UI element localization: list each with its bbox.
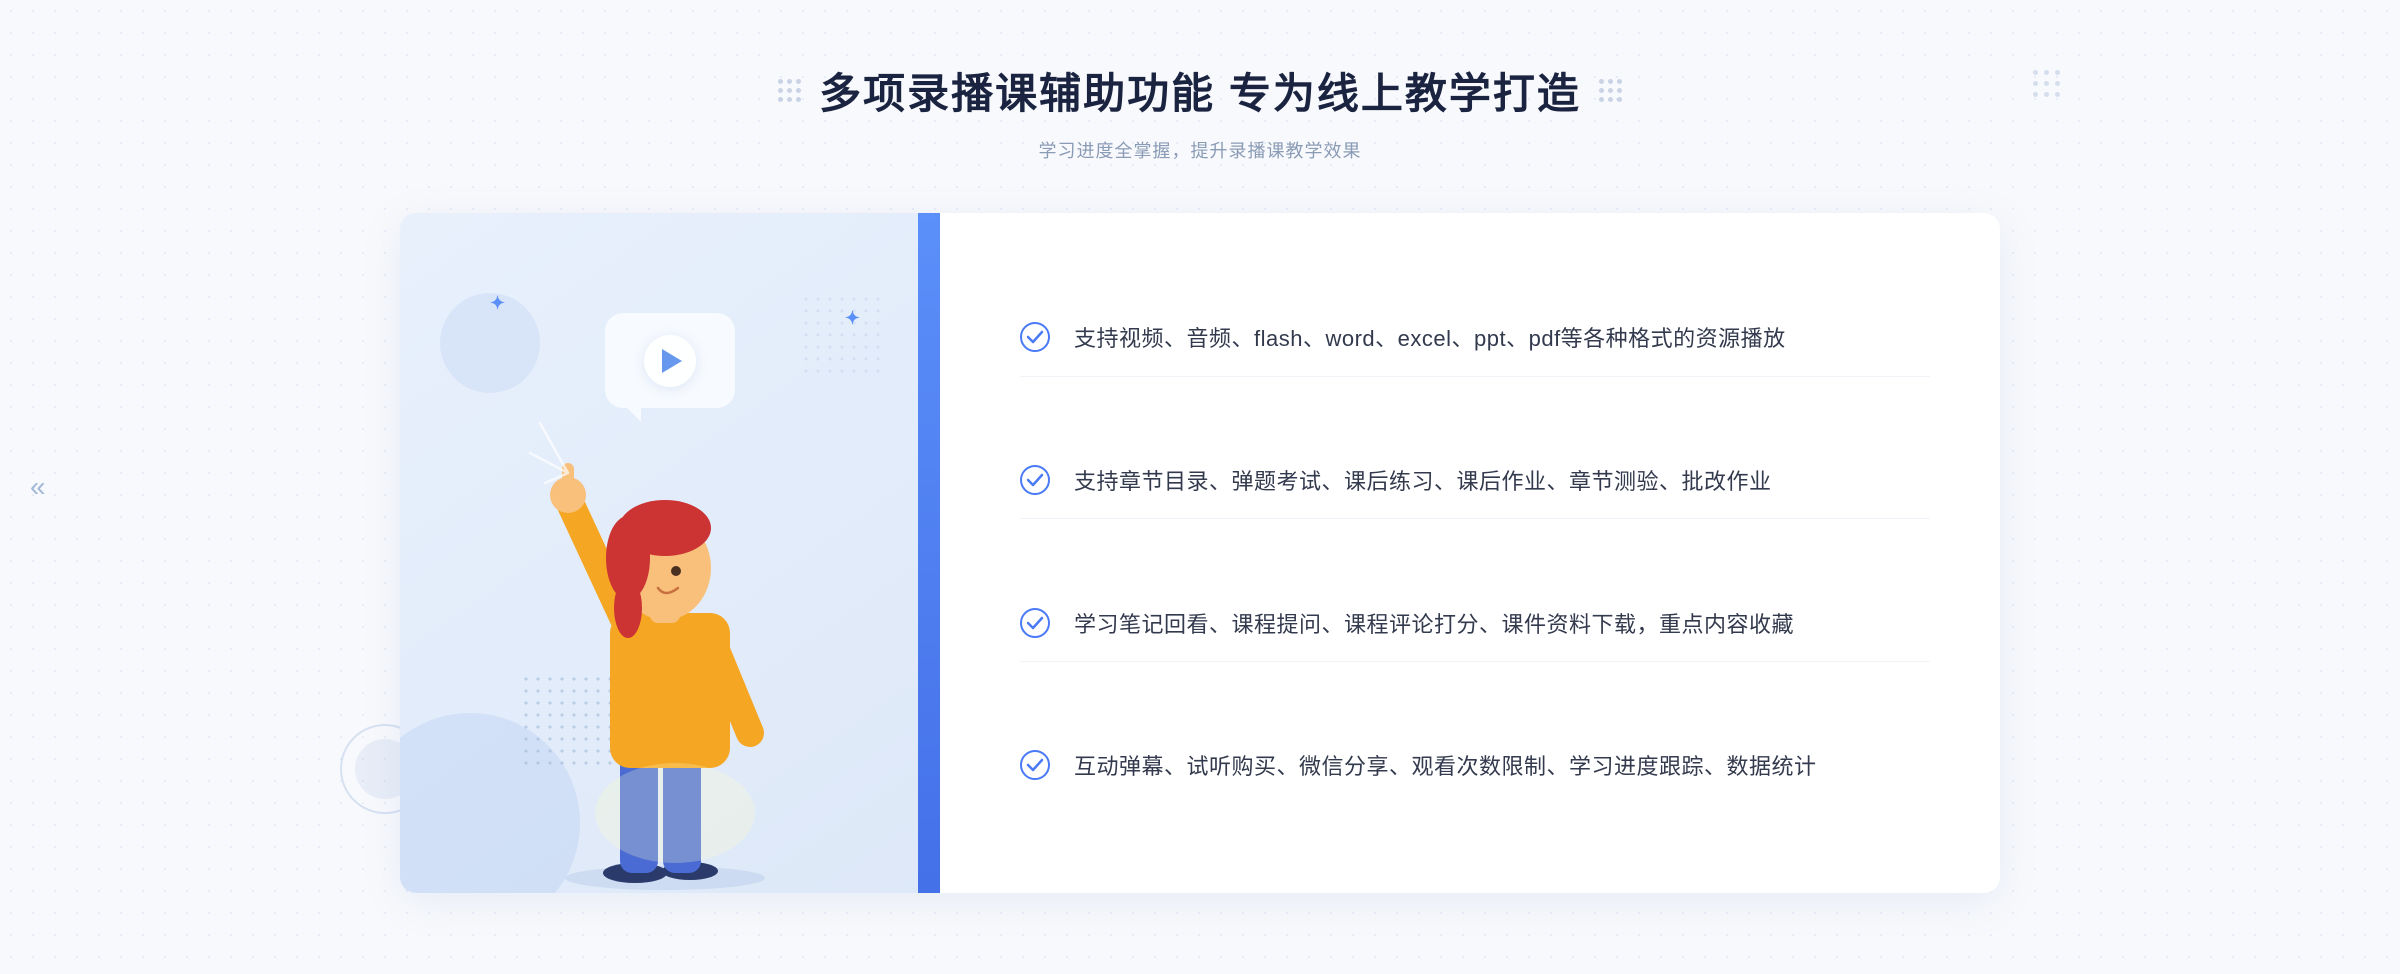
title-deco-left (778, 79, 801, 102)
feature-item-4: 互动弹幕、试听购买、微信分享、观看次数限制、学习进度跟踪、数据统计 (1020, 730, 1930, 803)
header-section: 多项录播课辅助功能 专为线上教学打造 学习进度全掌握，提升录播课教学效果 (778, 60, 1622, 163)
dot-pattern-light (800, 293, 880, 373)
page-title: 多项录播课辅助功能 专为线上教学打造 (819, 60, 1581, 121)
page-container: 多项录播课辅助功能 专为线上教学打造 学习进度全掌握，提升录播课教学效果 (0, 0, 2400, 974)
page-subtitle: 学习进度全掌握，提升录播课教学效果 (778, 137, 1622, 163)
sparkle-icon-1: ✦ (490, 293, 505, 314)
feature-item-3: 学习笔记回看、课程提问、课程评论打分、课件资料下载，重点内容收藏 (1020, 588, 1930, 662)
illustration-area: ✦ ✦ (400, 213, 940, 893)
top-right-decoration (2033, 70, 2060, 103)
feature-item-2: 支持章节目录、弹题考试、课后练习、课后作业、章节测验、批改作业 (1020, 445, 1930, 519)
title-deco-right (1599, 79, 1622, 102)
left-nav-arrow[interactable]: « (30, 473, 46, 501)
blue-accent-bar (918, 213, 940, 893)
feature-item-1: 支持视频、音频、flash、word、excel、ppt、pdf等各种格式的资源… (1020, 302, 1930, 376)
check-icon-2 (1020, 465, 1050, 495)
feature-text-4: 互动弹幕、试听购买、微信分享、观看次数限制、学习进度跟踪、数据统计 (1074, 748, 1817, 785)
features-area: 支持视频、音频、flash、word、excel、ppt、pdf等各种格式的资源… (940, 213, 2000, 893)
title-row: 多项录播课辅助功能 专为线上教学打造 (778, 60, 1622, 121)
figure-illustration (480, 373, 860, 893)
content-card: ✦ ✦ (400, 213, 2000, 893)
check-icon-4 (1020, 750, 1050, 780)
check-icon-3 (1020, 608, 1050, 638)
feature-text-2: 支持章节目录、弹题考试、课后练习、课后作业、章节测验、批改作业 (1074, 463, 1772, 500)
play-triangle-icon (662, 349, 682, 373)
sparkle-icon-2: ✦ (845, 308, 860, 329)
check-icon-1 (1020, 322, 1050, 352)
feature-text-3: 学习笔记回看、课程提问、课程评论打分、课件资料下载，重点内容收藏 (1074, 606, 1794, 643)
feature-text-1: 支持视频、音频、flash、word、excel、ppt、pdf等各种格式的资源… (1074, 320, 1786, 357)
